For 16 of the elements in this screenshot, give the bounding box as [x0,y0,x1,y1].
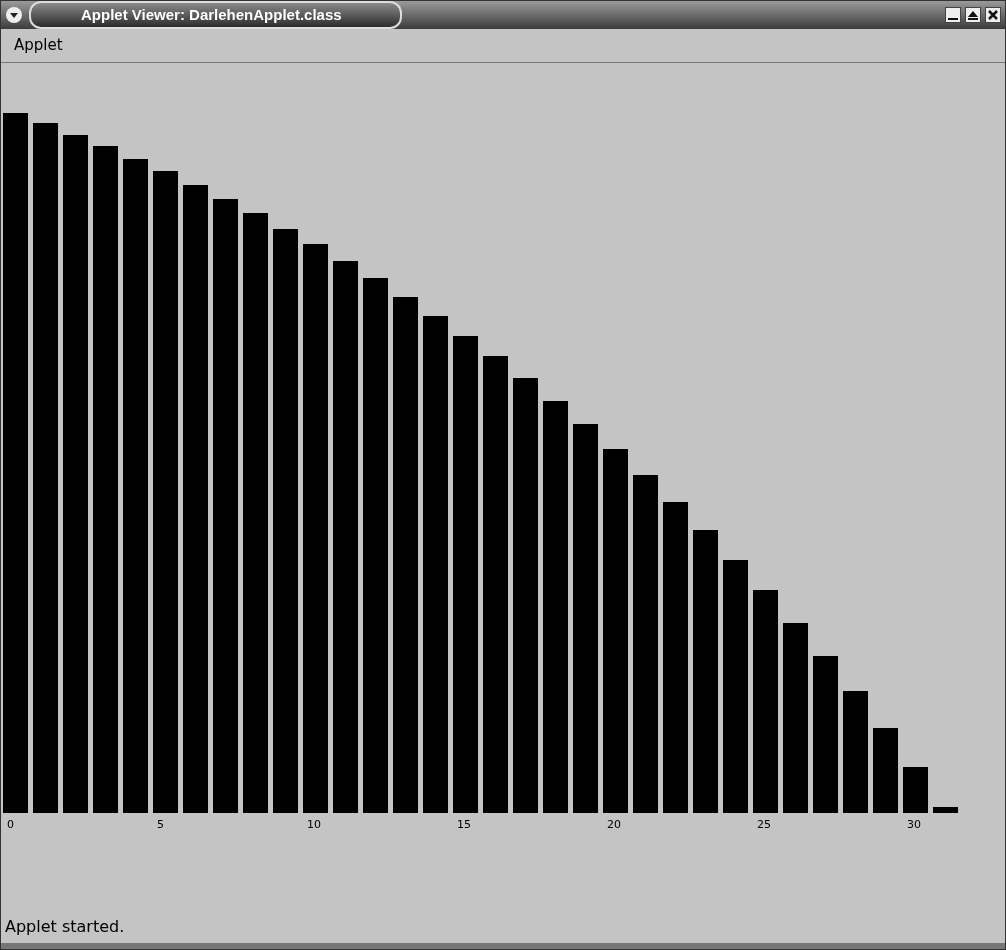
axis-label: 10 [307,818,321,831]
bar [933,807,958,813]
axis-label: 20 [607,818,621,831]
axis-label: 0 [7,818,14,831]
menu-item[interactable]: Applet [14,34,63,57]
status-text: Applet started. [4,916,126,938]
window-title: Applet Viewer: DarlehenApplet.class [29,0,402,30]
close-icon[interactable] [985,7,1001,23]
axis-label: 15 [457,818,471,831]
axis-label: 5 [157,818,164,831]
bar [903,767,928,813]
maximize-icon[interactable] [965,7,981,23]
axis-label: 30 [907,818,921,831]
window-menu-icon[interactable] [5,6,23,24]
minimize-icon[interactable] [945,7,961,23]
axis-label: 25 [757,818,771,831]
